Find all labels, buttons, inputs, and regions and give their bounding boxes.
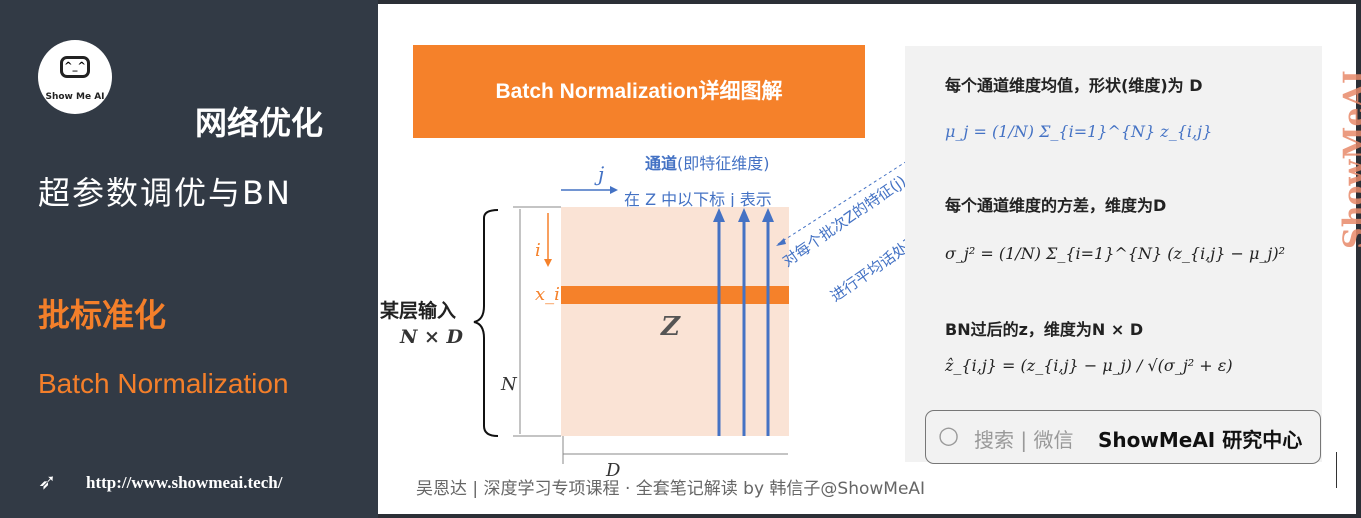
footer-credit: 吴恩达 | 深度学习专项课程 · 全套笔记解读 by 韩信子@ShowMeAI bbox=[416, 479, 926, 499]
i-label: i bbox=[535, 240, 541, 261]
search-hint: 搜索 | 微信 bbox=[974, 428, 1074, 452]
xi-label: x_i bbox=[535, 284, 560, 305]
logo-text: Show Me AI bbox=[45, 92, 105, 102]
mean-formula: μ_j = (1/N) Σ_{i=1}^{N} z_{i,j} bbox=[945, 122, 1213, 141]
title-network-opt: 网络优化 bbox=[195, 104, 324, 142]
title-hyperparam: 超参数调优与BN bbox=[38, 174, 292, 212]
watermark: ShowMeAI bbox=[1337, 70, 1361, 249]
j-arrowhead bbox=[610, 186, 618, 194]
showmeai-logo: ^_^ Show Me AI bbox=[38, 40, 112, 114]
search-icon: ○ bbox=[938, 421, 959, 449]
row-xi bbox=[561, 286, 789, 304]
search-brand: ShowMeAI 研究中心 bbox=[1098, 428, 1303, 452]
wechat-search-box[interactable]: ○ 搜索 | 微信 ShowMeAI 研究中心 bbox=[925, 410, 1321, 464]
variance-heading: 每个通道维度的方差，维度为D bbox=[945, 196, 1167, 215]
layer-input-label: 某层输入 bbox=[380, 300, 457, 322]
variance-formula: σ_j² = (1/N) Σ_{i=1}^{N} (z_{i,j} − μ_j)… bbox=[945, 244, 1286, 263]
z-label: Z bbox=[661, 312, 680, 342]
section-title-en: Batch Normalization bbox=[38, 368, 289, 399]
layer-dims: N × D bbox=[400, 326, 463, 348]
cursor-icon: ➶ bbox=[38, 470, 57, 495]
n-label: N bbox=[501, 374, 517, 395]
bn-heading: BN过后的z，维度为N × D bbox=[945, 320, 1144, 339]
website-link[interactable]: http://www.showmeai.tech/ bbox=[86, 473, 282, 493]
sidebar: ^_^ Show Me AI 网络优化 超参数调优与BN 批标准化 Batch … bbox=[0, 0, 378, 518]
section-title-cn: 批标准化 bbox=[38, 296, 167, 334]
slide: Batch Normalization详细图解 通道(即特征维度) j 在 Z … bbox=[378, 4, 1361, 514]
robot-face-icon: ^_^ bbox=[60, 56, 90, 78]
brace bbox=[473, 209, 499, 437]
divider bbox=[1336, 452, 1337, 488]
mean-heading: 每个通道维度均值，形状(维度)为 D bbox=[945, 76, 1203, 95]
bn-formula: ẑ_{i,j} = (z_{i,j} − μ_j) / √(σ_j² + ε) bbox=[945, 356, 1233, 375]
